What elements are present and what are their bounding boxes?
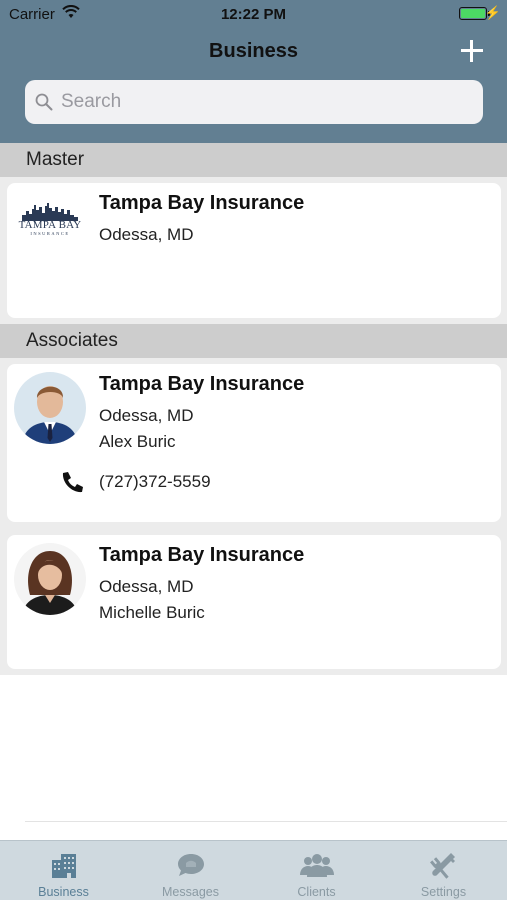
business-location: Odessa, MD [99,577,194,596]
building-icon [52,854,76,878]
business-location: Odessa, MD [99,406,194,425]
business-card-master[interactable]: TAMPA BAY INSURANCE Tampa Bay Insurance … [7,183,501,318]
page-title: Business [209,40,298,62]
status-time: 12:22 PM [220,6,287,23]
tab-label: Settings [420,885,467,899]
tab-label: Clients [297,885,336,899]
nav-header: Carrier 12:22 PM ⚡ Business [0,0,507,143]
associate-name: Alex Buric [99,432,176,451]
associate-phone[interactable]: (727)372-5559 [99,472,211,492]
tab-clients[interactable]: Clients [253,841,380,900]
avatar [14,543,86,615]
avatar [14,372,86,444]
battery-icon [459,7,490,20]
search-bar[interactable] [25,80,483,124]
phone-icon[interactable] [59,470,85,496]
tab-bar: Business Messages Clients Settings [0,840,507,900]
tab-label: Messages [162,885,219,899]
business-location: Odessa, MD [99,225,194,244]
business-name: Tampa Bay Insurance [99,544,305,566]
divider [25,821,507,822]
search-icon [35,93,53,111]
business-logo: TAMPA BAY INSURANCE [16,201,84,241]
associate-name: Michelle Buric [99,603,205,622]
search-input[interactable] [61,80,471,124]
logo-subtext: INSURANCE [30,231,70,236]
section-header-associates: Associates [0,324,507,358]
people-icon [300,854,334,877]
section-header-master: Master [0,143,507,177]
chat-bubble-icon [178,854,204,876]
tab-label: Business [38,885,89,899]
business-name: Tampa Bay Insurance [99,373,305,395]
status-bar: Carrier 12:22 PM ⚡ [0,0,507,28]
tab-settings[interactable]: Settings [380,841,507,900]
tab-business[interactable]: Business [0,841,127,900]
add-business-button[interactable] [457,36,487,66]
associate-card-alex[interactable]: Tampa Bay Insurance Odessa, MD Alex Buri… [7,364,501,522]
associate-card-michelle[interactable]: Tampa Bay Insurance Odessa, MD Michelle … [7,535,501,669]
tab-messages[interactable]: Messages [127,841,254,900]
charging-icon: ⚡ [484,5,501,20]
logo-text: TAMPA BAY [18,219,82,231]
business-name: Tampa Bay Insurance [99,192,305,214]
tools-icon [430,853,455,879]
